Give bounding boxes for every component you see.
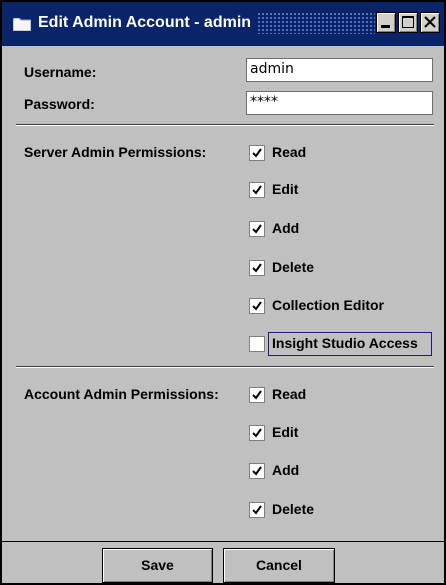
- password-label: Password:: [24, 96, 95, 112]
- account-edit-checkbox[interactable]: [249, 425, 265, 441]
- username-label: Username:: [24, 64, 97, 80]
- check-icon: [252, 263, 262, 273]
- server-delete-checkbox[interactable]: [249, 260, 265, 276]
- server-insight-studio-label: Insight Studio Access: [272, 335, 418, 351]
- account-permissions-label: Account Admin Permissions:: [24, 386, 219, 402]
- server-insight-studio-checkbox[interactable]: [249, 336, 265, 352]
- server-collection-editor-checkbox[interactable]: [249, 298, 265, 314]
- server-edit-label: Edit: [272, 181, 299, 197]
- check-icon: [252, 224, 262, 234]
- username-field[interactable]: admin: [246, 58, 433, 82]
- account-edit-label: Edit: [272, 424, 299, 440]
- minimize-button[interactable]: [376, 12, 396, 33]
- maximize-icon: [402, 16, 414, 28]
- minimize-icon: [381, 25, 390, 28]
- check-icon: [252, 428, 262, 438]
- server-permissions-label: Server Admin Permissions:: [24, 144, 207, 160]
- check-icon: [252, 185, 262, 195]
- server-edit-checkbox[interactable]: [249, 182, 265, 198]
- edit-admin-dialog: Edit Admin Account - admin Username: adm…: [0, 0, 446, 585]
- account-delete-checkbox[interactable]: [249, 502, 265, 518]
- check-icon: [252, 148, 262, 158]
- account-add-checkbox[interactable]: [249, 463, 265, 479]
- account-delete-label: Delete: [272, 501, 315, 517]
- separator: [16, 366, 434, 368]
- title-bar-pattern: [257, 12, 375, 34]
- password-field[interactable]: ****: [246, 91, 433, 115]
- maximize-button[interactable]: [398, 12, 418, 33]
- server-read-checkbox[interactable]: [249, 145, 265, 161]
- server-add-label: Add: [272, 220, 300, 236]
- server-delete-label: Delete: [272, 259, 315, 275]
- close-icon: [424, 16, 436, 28]
- account-read-checkbox[interactable]: [249, 387, 265, 403]
- server-collection-editor-label: Collection Editor: [272, 297, 384, 313]
- separator: [16, 124, 434, 126]
- cancel-button[interactable]: Cancel: [223, 548, 335, 583]
- check-icon: [252, 466, 262, 476]
- title-bar[interactable]: Edit Admin Account - admin: [2, 2, 444, 46]
- close-button[interactable]: [420, 12, 440, 33]
- check-icon: [252, 505, 262, 515]
- server-add-checkbox[interactable]: [249, 221, 265, 237]
- check-icon: [252, 390, 262, 400]
- folder-icon: [12, 17, 32, 32]
- server-read-label: Read: [272, 144, 307, 160]
- check-icon: [252, 301, 262, 311]
- footer-separator: [2, 541, 444, 542]
- account-read-label: Read: [272, 386, 307, 402]
- account-add-label: Add: [272, 462, 300, 478]
- save-button[interactable]: Save: [102, 548, 213, 583]
- window-title: Edit Admin Account - admin: [38, 14, 252, 31]
